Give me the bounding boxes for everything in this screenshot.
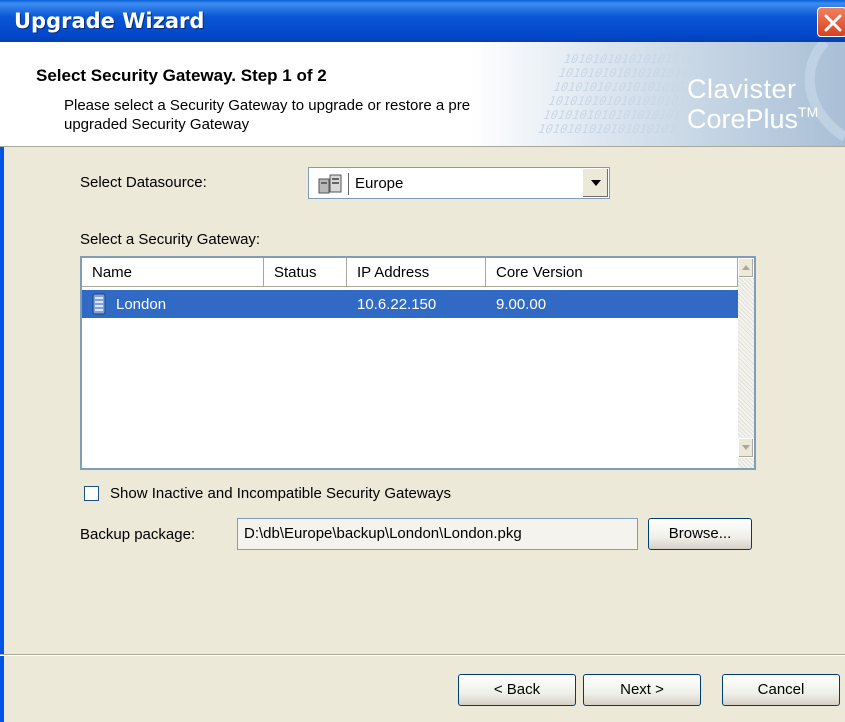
cell-ip-address: 10.6.22.150 [357, 296, 437, 313]
chevron-down-icon [591, 180, 601, 186]
show-inactive-checkbox[interactable] [84, 486, 99, 501]
datasource-label: Select Datasource: [80, 174, 207, 191]
column-header-core-version[interactable]: Core Version [486, 258, 738, 287]
server-icon [92, 293, 106, 315]
backup-package-field[interactable]: D:\db\Europe\backup\London\London.pkg [237, 518, 638, 550]
list-header: Name Status IP Address Core Version [82, 258, 754, 288]
browse-button[interactable]: Browse... [648, 518, 752, 550]
scroll-down-button[interactable] [738, 438, 754, 458]
column-header-name[interactable]: Name [82, 258, 264, 287]
back-button[interactable]: < Back [458, 674, 576, 706]
scroll-up-icon [742, 265, 750, 270]
column-header-ip-address[interactable]: IP Address [347, 258, 486, 287]
gateway-list-label: Select a Security Gateway: [80, 231, 261, 248]
clavister-logo: 1010101010101010101 1010101010101010101 … [470, 42, 845, 146]
title-bar[interactable]: Upgrade Wizard [0, 0, 845, 42]
step-title: Select Security Gateway. Step 1 of 2 [36, 66, 327, 85]
close-icon [824, 14, 842, 32]
upgrade-wizard-window: Upgrade Wizard Select Security Gateway. … [0, 0, 845, 722]
wizard-header: Select Security Gateway. Step 1 of 2 Ple… [0, 42, 845, 147]
next-button[interactable]: Next > [583, 674, 701, 706]
cell-core-version: 9.00.00 [496, 296, 547, 313]
gateway-list[interactable]: Name Status IP Address Core Version Lond… [80, 256, 756, 470]
logo-text-clavister: Clavister [687, 74, 797, 104]
datasource-value: Europe [355, 175, 404, 192]
dropdown-button[interactable] [582, 169, 608, 197]
step-description: Please select a Security Gateway to upgr… [64, 97, 516, 133]
list-item[interactable]: London 10.6.22.150 9.00.00 [82, 290, 738, 318]
combo-separator [348, 173, 349, 195]
column-header-status[interactable]: Status [264, 258, 347, 287]
backup-package-label: Backup package: [80, 526, 196, 543]
window-title: Upgrade Wizard [14, 9, 205, 33]
cancel-button[interactable]: Cancel [722, 674, 840, 706]
cell-name: London [116, 296, 167, 313]
scroll-up-button[interactable] [738, 258, 754, 278]
datasource-select[interactable]: Europe [308, 167, 610, 199]
show-inactive-label[interactable]: Show Inactive and Incompatible Security … [110, 485, 451, 502]
footer-separator [0, 654, 845, 656]
database-icon [318, 174, 342, 194]
logo-text-coreplus: CorePlusTM [687, 104, 819, 134]
vertical-scrollbar[interactable] [738, 258, 754, 468]
scroll-down-icon [742, 445, 750, 450]
close-button[interactable] [817, 7, 845, 37]
